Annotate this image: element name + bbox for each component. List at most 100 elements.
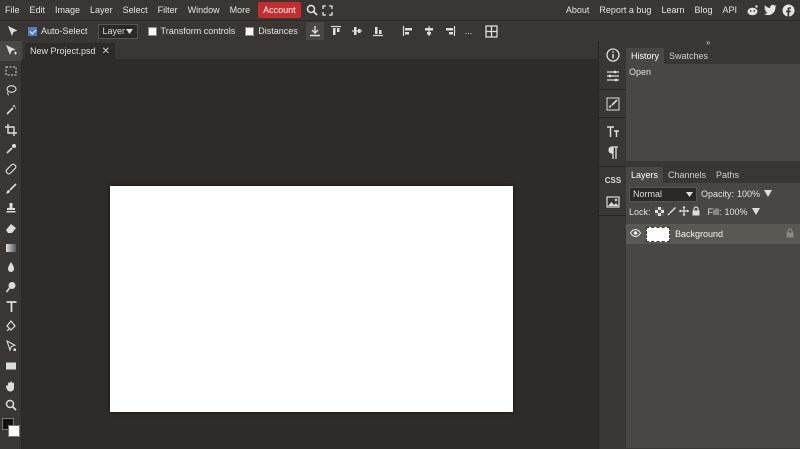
align-right-icon[interactable] [441,22,459,40]
menu-file[interactable]: File [0,0,25,20]
auto-select-checkbox[interactable] [28,26,37,36]
image-icon[interactable] [600,191,626,212]
crop-tool-icon[interactable] [0,120,22,140]
menu-edit[interactable]: Edit [25,0,51,20]
align-top-icon[interactable] [327,22,345,40]
align-left-icon[interactable] [399,22,417,40]
tab-channels[interactable]: Channels [663,167,711,183]
search-icon[interactable] [304,0,320,20]
eraser-tool-icon[interactable] [0,218,22,238]
auto-select-target-select[interactable]: Layer [97,23,138,39]
menu-more[interactable]: More [225,0,256,20]
transform-controls-option[interactable]: Transform controls [147,26,236,36]
zoom-tool-icon[interactable] [0,395,22,415]
learn-link[interactable]: Learn [656,0,689,20]
pen-tool-icon[interactable] [0,317,22,337]
fill-value[interactable]: 100% [725,207,748,217]
background-color-swatch[interactable] [8,425,20,438]
chevron-down-icon [125,25,133,38]
options-bar: Auto-Select Layer Transform controls Dis… [0,20,800,41]
eyedropper-tool-icon[interactable] [0,139,22,159]
tab-swatches[interactable]: Swatches [664,48,713,64]
transform-controls-label: Transform controls [160,26,236,36]
collapse-arrows-icon[interactable]: » [706,38,710,47]
marquee-tool-icon[interactable] [0,61,22,81]
history-item[interactable]: Open [626,64,800,80]
tab-history[interactable]: History [626,48,665,64]
brush-settings-icon[interactable] [600,93,626,114]
distances-option[interactable]: Distances [245,26,298,36]
blog-link[interactable]: Blog [689,0,717,20]
lock-position-icon[interactable] [678,206,689,218]
menu-filter[interactable]: Filter [153,0,183,20]
opacity-value[interactable]: 100% [737,189,760,199]
blur-tool-icon[interactable] [0,258,22,278]
facebook-icon[interactable] [780,0,796,20]
menu-image[interactable]: Image [50,0,85,20]
auto-select-option[interactable]: Auto-Select [28,26,88,36]
css-icon[interactable]: CSS [600,170,626,191]
tab-layers[interactable]: Layers [626,167,664,183]
align-middle-icon[interactable] [348,22,366,40]
align-center-icon[interactable] [420,22,438,40]
auto-select-label: Auto-Select [41,26,88,36]
info-icon[interactable] [600,44,626,65]
twitter-icon[interactable] [762,0,778,20]
fullscreen-icon[interactable] [320,0,336,20]
rectangle-tool-icon[interactable] [0,356,22,376]
magic-wand-tool-icon[interactable] [0,100,22,120]
transform-controls-checkbox[interactable] [147,26,157,36]
chevron-down-icon [686,191,693,197]
align-bottom-icon[interactable] [369,22,387,40]
move-tool-icon[interactable] [0,41,22,61]
blend-mode-select[interactable]: Normal [629,186,697,202]
tab-paths[interactable]: Paths [711,167,744,183]
gradient-tool-icon[interactable] [0,238,22,258]
account-button[interactable]: Account [258,2,301,18]
dodge-tool-icon[interactable] [0,277,22,297]
close-icon[interactable]: ✕ [102,46,110,57]
download-icon[interactable] [305,22,324,40]
lasso-tool-icon[interactable] [0,80,22,100]
menu-layer[interactable]: Layer [85,0,118,20]
lock-pixels-icon[interactable] [667,206,676,218]
history-panel-tabs: History Swatches [626,46,800,64]
properties-icon[interactable] [600,65,626,86]
lock-icon [786,228,794,240]
grid-icon[interactable] [482,22,500,40]
layer-item[interactable]: Background [626,224,800,244]
reddit-icon[interactable] [744,0,760,20]
strip-group-brush [599,90,626,118]
api-link[interactable]: API [717,0,742,20]
color-swatches[interactable] [0,415,22,445]
opacity-dropdown-icon[interactable] [764,189,773,199]
eye-icon[interactable] [629,228,642,239]
menu-window[interactable]: Window [183,0,225,20]
character-icon[interactable] [600,121,626,142]
history-item-label: Open [629,67,652,77]
document-canvas[interactable] [110,186,513,412]
history-panel: Open [626,64,800,161]
fill-dropdown-icon[interactable] [751,207,760,217]
paragraph-icon[interactable] [600,142,626,163]
healing-brush-tool-icon[interactable] [0,159,22,179]
lock-transparency-icon[interactable] [654,206,664,218]
document-tab[interactable]: New Project.psd ✕ [25,43,115,59]
path-select-tool-icon[interactable] [0,336,22,356]
tools-panel [0,41,22,449]
lock-all-icon[interactable] [692,206,700,218]
layers-panel-tabs: Layers Channels Paths [626,165,800,183]
type-tool-icon[interactable] [0,297,22,317]
more-options[interactable]: ... [465,26,473,36]
right-panels: » History Swatches Open Layers Channels … [626,38,800,449]
report-bug-link[interactable]: Report a bug [594,0,656,20]
brush-tool-icon[interactable] [0,179,22,199]
distances-checkbox[interactable] [245,26,255,36]
menu-select[interactable]: Select [118,0,153,20]
clone-stamp-tool-icon[interactable] [0,199,22,219]
layer-thumbnail [646,226,670,242]
hand-tool-icon[interactable] [0,376,22,396]
panel-collapse-handle[interactable]: » [626,38,800,47]
menu-right-links: About Report a bug Learn Blog API [561,0,800,20]
about-link[interactable]: About [561,0,595,20]
